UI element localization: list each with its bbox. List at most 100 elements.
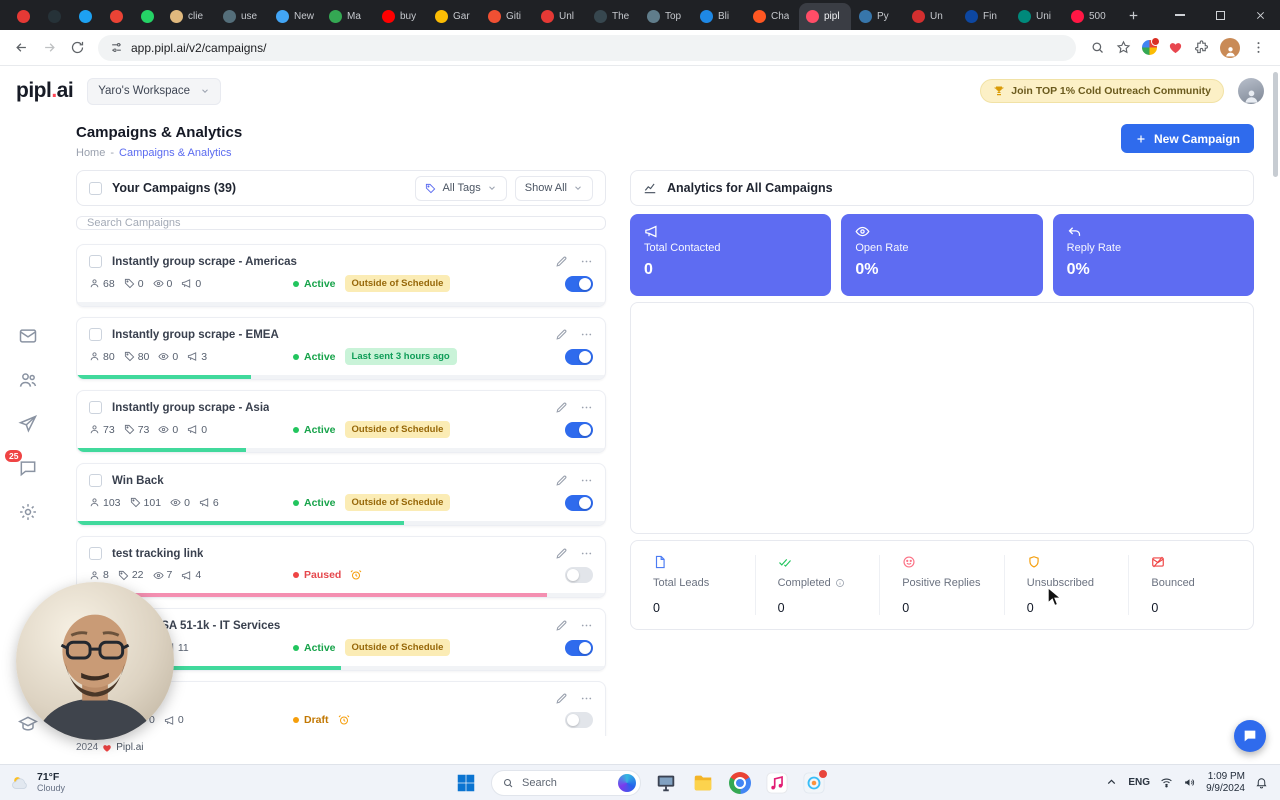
new-campaign-button[interactable]: New Campaign: [1121, 124, 1254, 153]
campaign-checkbox[interactable]: [89, 328, 102, 341]
browser-tab[interactable]: 500: [1064, 3, 1116, 30]
browser-tab[interactable]: Giti: [481, 3, 533, 30]
wifi-icon[interactable]: [1160, 776, 1173, 789]
new-tab-button[interactable]: [1121, 3, 1145, 27]
sidebar-campaigns-icon[interactable]: [18, 414, 38, 434]
campaign-checkbox[interactable]: [89, 474, 102, 487]
campaign-name[interactable]: test tracking link: [112, 548, 203, 560]
browser-tab[interactable]: Bli: [693, 3, 745, 30]
browser-profile-avatar[interactable]: [1220, 38, 1240, 58]
forward-button[interactable]: [36, 35, 62, 61]
community-promo-button[interactable]: Join TOP 1% Cold Outreach Community: [980, 79, 1224, 103]
pinned-tab[interactable]: [39, 3, 69, 30]
breadcrumb-home[interactable]: Home: [76, 147, 105, 160]
user-avatar[interactable]: [1238, 78, 1264, 104]
sidebar-mail-icon[interactable]: [18, 326, 38, 346]
all-tags-filter[interactable]: All Tags: [415, 176, 506, 201]
campaign-menu-icon[interactable]: [580, 255, 593, 268]
tray-chevron-icon[interactable]: [1105, 776, 1118, 789]
pinned-tab[interactable]: [70, 3, 100, 30]
campaign-toggle[interactable]: [565, 349, 593, 365]
notifications-icon[interactable]: [1255, 776, 1268, 789]
browser-tab[interactable]: Ma: [322, 3, 374, 30]
pinned-tab[interactable]: [132, 3, 162, 30]
campaign-toggle[interactable]: [565, 567, 593, 583]
extension-heart-icon[interactable]: [1168, 40, 1183, 55]
browser-tab[interactable]: Uni: [1011, 3, 1063, 30]
campaign-search-input[interactable]: [76, 216, 606, 230]
browser-tab[interactable]: Py: [852, 3, 904, 30]
site-settings-icon[interactable]: [110, 41, 123, 54]
browser-tab[interactable]: buy: [375, 3, 427, 30]
campaign-menu-icon[interactable]: [580, 328, 593, 341]
campaign-toggle[interactable]: [565, 640, 593, 656]
chat-widget-button[interactable]: [1234, 720, 1266, 752]
edit-campaign-icon[interactable]: [555, 619, 568, 632]
edit-campaign-icon[interactable]: [555, 401, 568, 414]
campaign-menu-icon[interactable]: [580, 692, 593, 705]
start-button[interactable]: [454, 771, 478, 795]
edit-campaign-icon[interactable]: [555, 328, 568, 341]
taskbar-clock[interactable]: 1:09 PM 9/9/2024: [1206, 771, 1245, 795]
page-scrollbar[interactable]: [1273, 72, 1278, 177]
browser-menu-icon[interactable]: [1251, 40, 1266, 55]
campaign-toggle[interactable]: [565, 712, 593, 728]
sidebar-academy-icon[interactable]: [18, 714, 38, 734]
browser-tab[interactable]: Unl: [534, 3, 586, 30]
sidebar-chat-icon[interactable]: 25: [18, 458, 38, 478]
campaign-name[interactable]: Instantly group scrape - EMEA: [112, 329, 279, 341]
campaign-menu-icon[interactable]: [580, 547, 593, 560]
footer-brand[interactable]: Pipl.ai: [116, 742, 143, 753]
sidebar-settings-icon[interactable]: [18, 502, 38, 522]
back-button[interactable]: [8, 35, 34, 61]
campaign-menu-icon[interactable]: [580, 474, 593, 487]
browser-tab[interactable]: clie: [163, 3, 215, 30]
browser-tab[interactable]: The: [587, 3, 639, 30]
campaign-menu-icon[interactable]: [580, 619, 593, 632]
taskbar-app-monitor[interactable]: [654, 771, 678, 795]
browser-tab[interactable]: Gar: [428, 3, 480, 30]
campaign-checkbox[interactable]: [89, 401, 102, 414]
browser-tab[interactable]: pipl: [799, 3, 851, 30]
browser-tab[interactable]: New: [269, 3, 321, 30]
campaign-name[interactable]: Instantly group scrape - Asia: [112, 402, 269, 414]
campaign-checkbox[interactable]: [89, 547, 102, 560]
maximize-button[interactable]: [1200, 0, 1240, 30]
pipl-logo[interactable]: pipl.ai: [16, 79, 73, 103]
taskbar-search[interactable]: Search: [491, 770, 641, 796]
select-all-checkbox[interactable]: [89, 182, 102, 195]
show-all-filter[interactable]: Show All: [515, 176, 593, 201]
campaign-menu-icon[interactable]: [580, 401, 593, 414]
extensions-puzzle-icon[interactable]: [1194, 40, 1209, 55]
pinned-tab[interactable]: [101, 3, 131, 30]
browser-tab[interactable]: Un: [905, 3, 957, 30]
extension-colorful-icon[interactable]: [1142, 40, 1157, 55]
campaign-toggle[interactable]: [565, 422, 593, 438]
campaign-name[interactable]: Instantly group scrape - Americas: [112, 256, 297, 268]
edit-campaign-icon[interactable]: [555, 692, 568, 705]
weather-widget[interactable]: 71°F Cloudy: [0, 765, 75, 800]
workspace-selector[interactable]: Yaro's Workspace: [87, 78, 221, 105]
taskbar-app-chrome[interactable]: [728, 771, 752, 795]
volume-icon[interactable]: [1183, 776, 1196, 789]
language-indicator[interactable]: ENG: [1128, 777, 1150, 788]
campaign-toggle[interactable]: [565, 495, 593, 511]
browser-tab[interactable]: Cha: [746, 3, 798, 30]
taskbar-app-music[interactable]: [765, 771, 789, 795]
search-icon[interactable]: [1090, 40, 1105, 55]
taskbar-app-explorer[interactable]: [691, 771, 715, 795]
campaign-name[interactable]: Win Back: [112, 475, 164, 487]
taskbar-app-photos[interactable]: [802, 771, 826, 795]
campaign-toggle[interactable]: [565, 276, 593, 292]
pinned-tab[interactable]: [8, 3, 38, 30]
bookmark-star-icon[interactable]: [1116, 40, 1131, 55]
edit-campaign-icon[interactable]: [555, 547, 568, 560]
browser-tab[interactable]: Top: [640, 3, 692, 30]
address-bar[interactable]: app.pipl.ai/v2/campaigns/: [98, 35, 1076, 61]
browser-tab[interactable]: Fin: [958, 3, 1010, 30]
reload-button[interactable]: [64, 35, 90, 61]
sidebar-contacts-icon[interactable]: [18, 370, 38, 390]
close-button[interactable]: [1240, 0, 1280, 30]
edit-campaign-icon[interactable]: [555, 255, 568, 268]
browser-tab[interactable]: use: [216, 3, 268, 30]
